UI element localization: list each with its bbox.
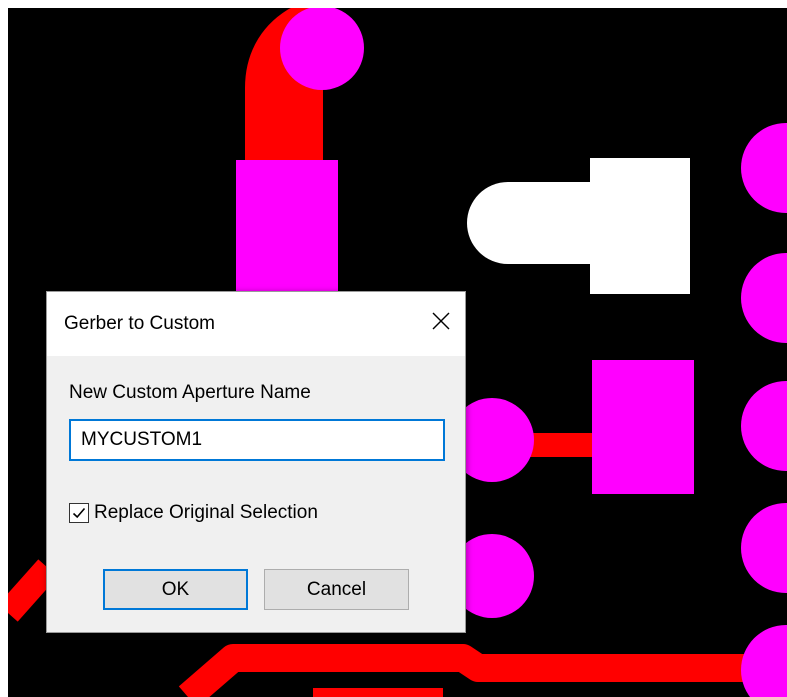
pad [741,123,787,213]
ok-button-label: OK [161,578,190,600]
dialog-titlebar: Gerber to Custom [47,292,465,356]
trace [313,688,443,697]
checkmark-icon [72,507,86,519]
dialog-title: Gerber to Custom [64,313,215,334]
trace [8,559,58,622]
gerber-to-custom-dialog: Gerber to Custom New Custom Aperture Nam… [46,291,466,633]
close-icon [432,312,450,330]
aperture-name-input[interactable] [69,419,445,461]
ok-button[interactable]: OK [103,569,248,610]
pad [741,253,787,343]
cancel-button[interactable]: Cancel [264,569,409,610]
close-button[interactable] [421,301,461,341]
selected-shape [467,158,690,294]
pad [280,8,364,90]
trace [178,644,778,697]
replace-selection-label: Replace Original Selection [94,502,318,523]
replace-selection-checkbox-row[interactable]: Replace Original Selection [69,500,318,526]
screen: Gerber to Custom New Custom Aperture Nam… [0,0,787,697]
cancel-button-label: Cancel [306,578,367,600]
aperture-name-label: New Custom Aperture Name [69,382,311,403]
replace-selection-checkbox[interactable] [69,503,89,523]
pad [741,503,787,593]
pad [741,625,787,697]
pad [592,360,694,494]
pad [741,381,787,471]
